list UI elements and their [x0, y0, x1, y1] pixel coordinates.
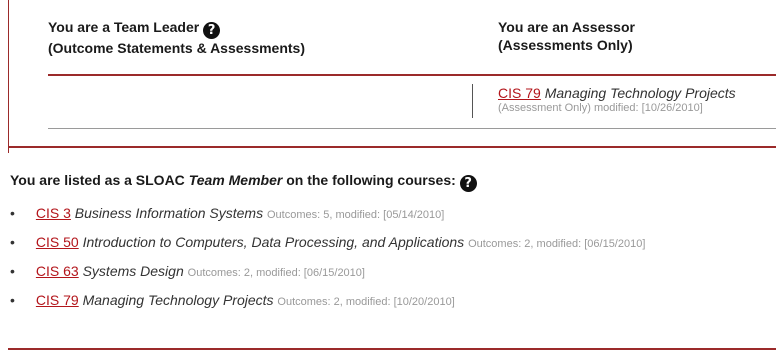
bullet: • — [10, 292, 15, 308]
course-meta: (Assessment Only) modified: [10/26/2010] — [498, 102, 703, 114]
list-item: • CIS 3 Business Information Systems Out… — [10, 204, 645, 233]
course-meta: Outcomes: 2, modified: [06/15/2010] — [187, 267, 365, 279]
course-code-link[interactable]: CIS 79 — [36, 292, 79, 308]
course-code-link[interactable]: CIS 3 — [36, 205, 71, 221]
course-meta: Outcomes: 5, modified: [05/14/2010] — [266, 209, 445, 221]
team-member-heading-prefix: You are listed as a SLOAC — [10, 172, 185, 188]
team-member-heading: You are listed as a SLOAC Team Member on… — [10, 172, 477, 192]
bullet: • — [10, 205, 15, 221]
roles-header-divider — [48, 74, 776, 76]
help-icon[interactable]: ? — [459, 175, 477, 192]
course-code-link[interactable]: CIS 79 — [498, 85, 541, 101]
list-item: • CIS 79 Managing Technology Projects Ou… — [10, 291, 645, 320]
course-title: Business Information Systems — [74, 205, 264, 221]
course-title: Systems Design — [82, 263, 184, 279]
roles-panel: You are a Team Leader ? (Outcome Stateme… — [48, 0, 776, 132]
bullet: • — [10, 263, 15, 279]
list-item: • CIS 50 Introduction to Computers, Data… — [10, 233, 645, 262]
assessor-course-item: CIS 79 Managing Technology Projects — [498, 84, 736, 102]
course-code-link[interactable]: CIS 50 — [36, 234, 79, 250]
team-leader-heading-line1: You are a Team Leader — [48, 19, 200, 35]
course-title: Managing Technology Projects — [544, 85, 736, 101]
course-meta: Outcomes: 2, modified: [10/20/2010] — [277, 296, 455, 308]
team-member-course-list: • CIS 3 Business Information Systems Out… — [10, 204, 645, 320]
left-border — [8, 0, 9, 153]
assessor-heading-line1: You are an Assessor — [498, 19, 635, 35]
team-leader-heading-line2: (Outcome Statements & Assessments) — [48, 40, 306, 56]
course-title: Managing Technology Projects — [82, 292, 274, 308]
help-icon[interactable]: ? — [203, 22, 221, 39]
team-leader-heading: You are a Team Leader ? (Outcome Stateme… — [48, 18, 305, 57]
bottom-divider — [8, 348, 776, 350]
column-divider — [472, 84, 473, 118]
roles-bottom-divider — [48, 128, 776, 129]
team-member-heading-suffix: on the following courses: — [286, 172, 456, 188]
course-code-link[interactable]: CIS 63 — [36, 263, 79, 279]
course-title: Introduction to Computers, Data Processi… — [82, 234, 465, 250]
section-divider — [8, 146, 776, 148]
team-member-role: Team Member — [188, 172, 283, 188]
assessor-heading-line2: (Assessments Only) — [498, 37, 633, 53]
course-meta: Outcomes: 2, modified: [06/15/2010] — [468, 238, 646, 250]
list-item: • CIS 63 Systems Design Outcomes: 2, mod… — [10, 262, 645, 291]
assessor-heading: You are an Assessor (Assessments Only) — [498, 18, 635, 54]
bullet: • — [10, 234, 15, 250]
